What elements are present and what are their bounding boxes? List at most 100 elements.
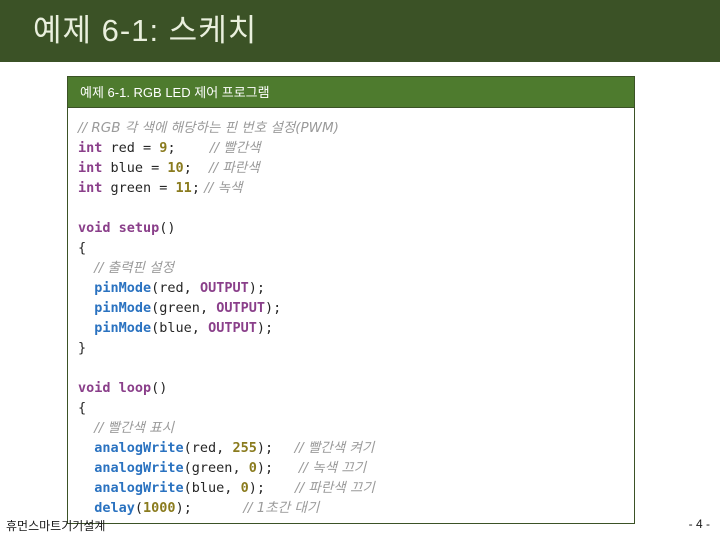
code-token-plain: (blue, (151, 320, 209, 336)
code-token-function: loop (110, 380, 152, 396)
code-line: analogWrite(green, 0); // 녹색 끄기 (78, 458, 634, 478)
code-token-comment (192, 500, 244, 516)
code-token-number: 0 (240, 480, 249, 496)
code-token-comment: // 빨간색 표시 (94, 420, 175, 436)
code-token-plain: ( (134, 500, 144, 516)
code-token-plain: (green, (151, 300, 217, 316)
code-token-indent (78, 420, 94, 436)
code-token-comment: // 파란색 끄기 (295, 480, 375, 496)
code-token-function: analogWrite (94, 480, 184, 496)
code-line: } (78, 338, 634, 358)
slide-title-bar: 예제 6-1: 스케치 (0, 0, 720, 62)
code-token-indent (78, 300, 94, 316)
code-token-number: 11 (175, 180, 192, 196)
code-token-function: pinMode (94, 280, 152, 296)
code-token-function: setup (110, 220, 160, 236)
code-token-keyword: void (78, 220, 111, 236)
code-token-constant: OUTPUT (216, 300, 265, 316)
code-token-comment (192, 160, 209, 176)
code-token-indent (78, 480, 94, 496)
code-token-indent (78, 460, 94, 476)
code-line: int blue = 10; // 파란색 (78, 158, 634, 178)
code-token-plain: ; (183, 160, 192, 176)
code-token-plain: ); (256, 460, 274, 476)
code-token-keyword: int (78, 140, 103, 156)
code-token-plain: ); (175, 500, 192, 516)
code-line: void setup() (78, 218, 634, 238)
code-token-comment: // 1초간 대기 (243, 500, 320, 516)
code-line: … (78, 518, 634, 523)
code-token-plain: ; (167, 140, 176, 156)
code-token-plain: ); (264, 300, 282, 316)
code-token-keyword: void (78, 380, 111, 396)
code-token-plain: ; (191, 180, 200, 196)
code-token-comment: // 파란색 (209, 160, 260, 176)
page-number: - 4 - (688, 517, 710, 531)
code-token-comment: // 녹색 (204, 180, 243, 196)
code-token-number: 255 (232, 440, 257, 456)
code-line: int red = 9; // 빨간색 (78, 138, 634, 158)
code-token-indent (78, 440, 94, 456)
page-title: 예제 6-1: 스케치 (33, 13, 258, 48)
code-token-comment (176, 140, 210, 156)
code-token-function: pinMode (94, 320, 152, 336)
code-token-indent (78, 280, 94, 296)
code-line: analogWrite(red, 255); // 빨간색 켜기 (78, 438, 634, 458)
code-token-comment (273, 460, 299, 476)
code-line: void loop() (78, 378, 634, 398)
code-token-indent (78, 500, 94, 516)
code-token-comment: // 녹색 끄기 (298, 460, 367, 476)
code-token-indent (78, 260, 94, 276)
code-line: delay(1000); // 1초간 대기 (78, 498, 634, 518)
code-token-plain: blue = (102, 160, 168, 176)
code-line: // 출력핀 설정 (78, 258, 634, 278)
code-token-plain: (red, (151, 280, 200, 296)
code-token-plain: () (151, 380, 168, 396)
code-token-plain: green = (102, 180, 176, 196)
code-token-function: analogWrite (94, 460, 184, 476)
code-token-keyword: int (78, 180, 103, 196)
code-line: // 빨간색 표시 (78, 418, 634, 438)
code-listing: // RGB 각 색에 해당하는 핀 번호 설정(PWM) int red = … (68, 108, 634, 523)
code-token-plain: (green, (183, 460, 249, 476)
code-token-plain: (red, (183, 440, 233, 456)
code-token-plain: ); (248, 480, 265, 496)
code-card-header: 예제 6-1. RGB LED 제어 프로그램 (68, 77, 634, 108)
code-line: // RGB 각 색에 해당하는 핀 번호 설정(PWM) (78, 118, 634, 138)
code-line: { (78, 238, 634, 258)
footer-organization: 휴먼스마트기기설계 (6, 519, 106, 533)
code-token-comment: // 빨간색 (209, 140, 261, 156)
code-token-function: analogWrite (94, 440, 184, 456)
code-token-comment: // 빨간색 켜기 (294, 440, 375, 456)
code-token-brace: { (78, 240, 87, 256)
code-token-brace: { (78, 400, 87, 416)
code-line: int green = 11; // 녹색 (78, 178, 634, 198)
code-token-constant: OUTPUT (199, 280, 249, 296)
code-token-keyword: int (78, 160, 103, 176)
code-token-plain: ); (256, 320, 274, 336)
code-token-plain: ); (256, 440, 274, 456)
code-token-comment (273, 440, 294, 456)
code-line: pinMode(blue, OUTPUT); (78, 318, 634, 338)
code-token-comment: // RGB 각 색에 해당하는 핀 번호 설정(PWM) (78, 120, 339, 136)
code-line: { (78, 398, 634, 418)
code-line: pinMode(red, OUTPUT); (78, 278, 634, 298)
code-token-constant: OUTPUT (208, 320, 257, 336)
code-token-plain: () (159, 220, 176, 236)
code-token-comment (265, 480, 295, 496)
code-line: analogWrite(blue, 0); // 파란색 끄기 (78, 478, 634, 498)
code-token-number: 0 (248, 460, 257, 476)
code-card: 예제 6-1. RGB LED 제어 프로그램 // RGB 각 색에 해당하는… (67, 76, 635, 524)
code-token-comment: // 출력핀 설정 (94, 260, 175, 276)
code-token-number: 10 (167, 160, 184, 176)
code-token-plain: (blue, (183, 480, 241, 496)
code-token-plain: red = (102, 140, 160, 156)
code-line: pinMode(green, OUTPUT); (78, 298, 634, 318)
code-token-number: 1000 (143, 500, 176, 516)
code-card-header-label: 예제 6-1. RGB LED 제어 프로그램 (80, 84, 270, 100)
code-token-indent (78, 320, 94, 336)
code-token-plain: ); (248, 280, 265, 296)
code-token-brace: } (78, 340, 87, 356)
code-token-function: pinMode (94, 300, 152, 316)
